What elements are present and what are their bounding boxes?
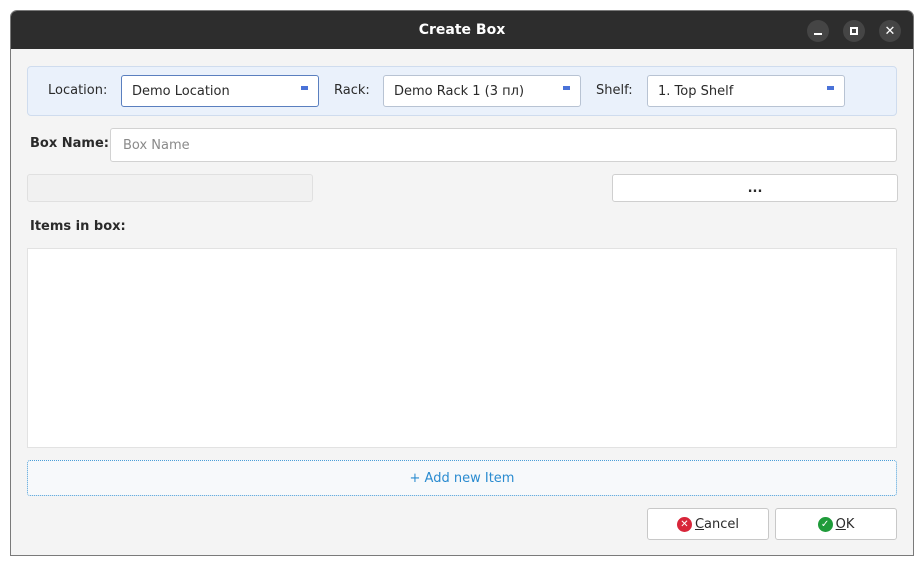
add-new-item-button[interactable]: + Add new Item (27, 460, 897, 496)
close-icon: ✕ (884, 23, 896, 39)
browse-label: ... (747, 180, 763, 196)
maximize-button[interactable] (843, 20, 865, 42)
ok-label: OK (835, 516, 855, 532)
minimize-icon (814, 33, 822, 35)
items-in-box-label: Items in box: (30, 219, 126, 234)
shelf-value: 1. Top Shelf (658, 83, 734, 99)
window-title: Create Box (418, 22, 506, 38)
box-name-placeholder: Box Name (123, 137, 190, 153)
ok-button[interactable]: ✓ OK (775, 508, 897, 540)
location-label: Location: (48, 83, 108, 98)
cancel-icon: ✕ (676, 516, 692, 532)
maximize-icon (850, 27, 858, 35)
dropdown-arrow-icon (827, 86, 834, 90)
dropdown-arrow-icon (563, 86, 570, 90)
dropdown-arrow-icon (301, 86, 308, 90)
location-value: Demo Location (132, 83, 230, 99)
location-combobox[interactable]: Demo Location (121, 75, 319, 107)
rack-value: Demo Rack 1 (3 пл) (394, 83, 525, 99)
minimize-button[interactable] (807, 20, 829, 42)
items-list[interactable] (27, 248, 897, 448)
cancel-button[interactable]: ✕ Cancel (647, 508, 769, 540)
add-new-item-label: + Add new Item (409, 470, 515, 486)
close-button[interactable]: ✕ (879, 20, 901, 42)
checkmark-icon: ✓ (817, 516, 833, 532)
rack-label: Rack: (334, 83, 370, 98)
title-bar[interactable]: Create Box ✕ (11, 11, 913, 49)
shelf-label: Shelf: (596, 83, 633, 98)
create-box-dialog: Create Box ✕ Location: Demo Location Rac… (10, 10, 914, 556)
box-name-input[interactable]: Box Name (110, 128, 897, 162)
browse-button[interactable]: ... (612, 174, 898, 202)
cancel-label: Cancel (694, 516, 740, 532)
rack-combobox[interactable]: Demo Rack 1 (3 пл) (383, 75, 581, 107)
shelf-combobox[interactable]: 1. Top Shelf (647, 75, 845, 107)
location-selector-bar: Location: Demo Location Rack: Demo Rack … (27, 66, 897, 116)
path-field[interactable] (27, 174, 313, 202)
box-name-label: Box Name: (30, 136, 109, 151)
